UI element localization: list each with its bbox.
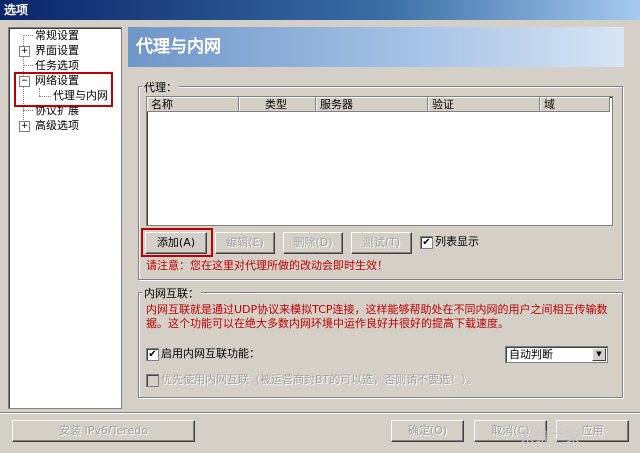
- column-header-name[interactable]: 名称: [147, 97, 239, 112]
- window-title: 选项: [0, 0, 640, 20]
- enable-intranet-label: 启用内网互联功能：: [161, 347, 260, 360]
- proxy-list[interactable]: 名称 类型 服务器 验证 域: [146, 96, 613, 226]
- chevron-down-icon[interactable]: ▼: [592, 348, 606, 361]
- intranet-description: 据。这个功能可以在绝大多数内网环境中运作良好并很好的提高下载速度。: [146, 317, 509, 330]
- intranet-description: 内网互联就是通过UDP协议来模拟TCP连接，这样能够帮助处在不同内网的用户之间相…: [146, 303, 608, 316]
- intranet-group-label: 内网互联：: [142, 285, 201, 301]
- add-proxy-button[interactable]: 添加(A): [145, 232, 207, 254]
- tree-item-interface[interactable]: 界面设置: [35, 44, 79, 58]
- tree-connector: [23, 110, 33, 111]
- list-display-label: 列表显示: [435, 235, 479, 248]
- column-header-auth[interactable]: 验证: [428, 97, 540, 112]
- expand-icon[interactable]: +: [19, 121, 30, 132]
- prefer-intranet-label: 优先使用内网互联（被运营商封BT的可以选，否则请不要选！）。: [161, 373, 478, 386]
- edit-proxy-button[interactable]: 编辑(E): [215, 232, 275, 254]
- install-ipv6-button[interactable]: 安装 IPv6/Teredo: [12, 420, 195, 442]
- ok-button[interactable]: 确定(O): [391, 420, 464, 442]
- proxy-notice: 请注意：您在这里对代理所做的改动会即时生效！: [146, 259, 388, 272]
- watermark: 系统之家: [520, 428, 581, 446]
- page-title: 代理与内网: [128, 27, 624, 67]
- footer-divider: [0, 412, 640, 414]
- column-header-server[interactable]: 服务器: [316, 97, 428, 112]
- tree-connector: [23, 35, 33, 36]
- highlight-box: [14, 72, 113, 107]
- proxy-list-header: 名称 类型 服务器 验证 域: [147, 97, 612, 112]
- test-proxy-button[interactable]: 测试(T): [351, 232, 412, 254]
- tree-connector: [23, 65, 33, 66]
- tree-item-task-options[interactable]: 任务选项: [35, 59, 79, 73]
- tree-item-general[interactable]: 常规设置: [35, 29, 79, 43]
- expand-icon[interactable]: +: [19, 46, 30, 57]
- intranet-mode-value: 自动判断: [509, 348, 553, 361]
- tree-item-advanced[interactable]: 高级选项: [35, 119, 79, 133]
- delete-proxy-button[interactable]: 删除(D): [283, 232, 343, 254]
- proxy-group-label: 代理：: [142, 79, 179, 95]
- prefer-intranet-checkbox[interactable]: [146, 374, 159, 387]
- list-display-checkbox[interactable]: ✔: [420, 236, 433, 249]
- intranet-mode-select[interactable]: 自动判断 ▼: [505, 346, 608, 363]
- column-header-type[interactable]: 类型: [239, 97, 316, 112]
- enable-intranet-checkbox[interactable]: ✔: [146, 348, 159, 361]
- column-header-domain[interactable]: 域: [540, 97, 610, 112]
